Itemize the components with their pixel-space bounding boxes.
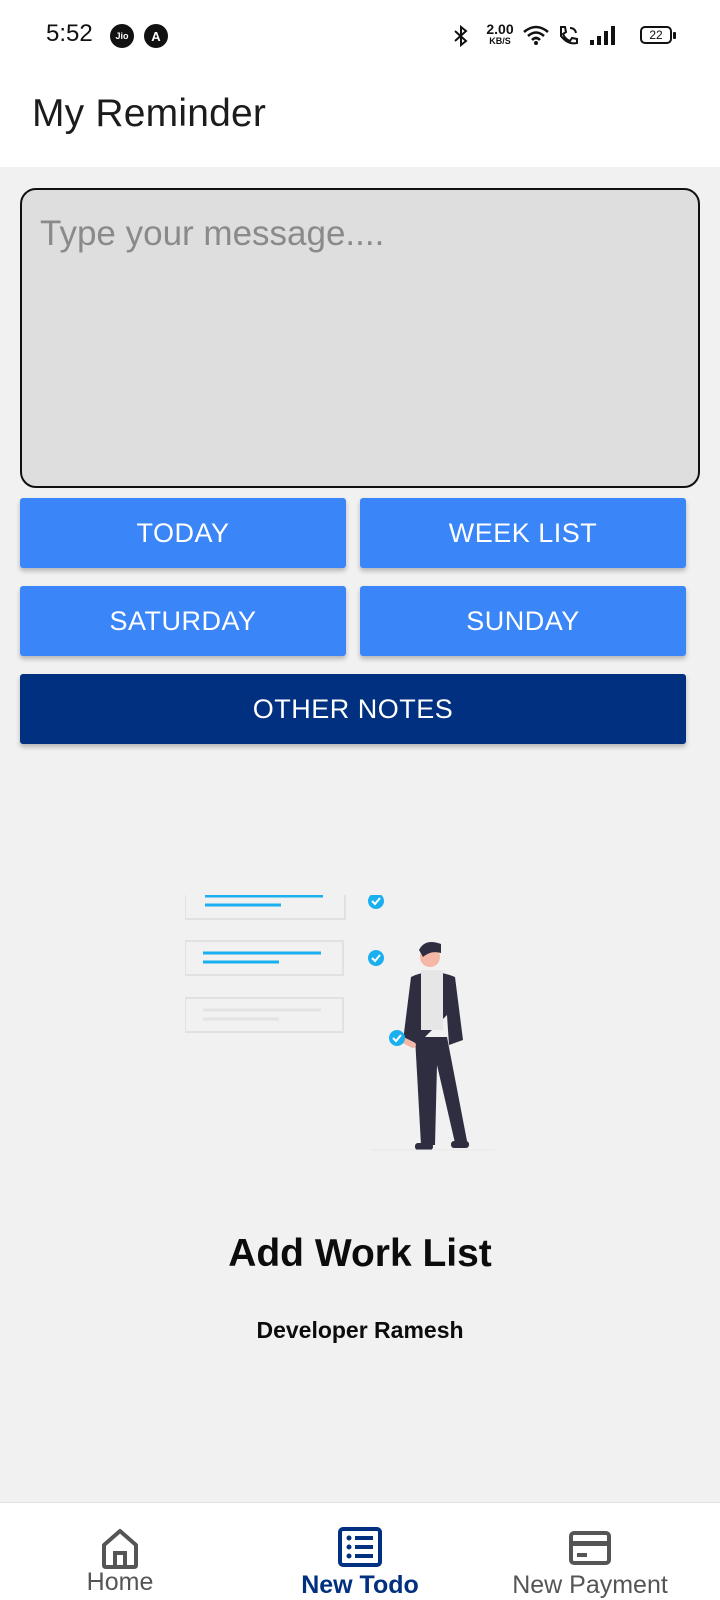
nav-item-home[interactable]: Home bbox=[0, 1503, 240, 1600]
status-time: 5:52 bbox=[46, 20, 93, 47]
network-speed: 2.00 KB/S bbox=[486, 21, 514, 46]
wifi-calling-icon bbox=[560, 26, 578, 45]
checklist-card-1 bbox=[185, 895, 384, 920]
bottom-navigation: Home New Todo New Payment bbox=[0, 1502, 720, 1600]
app-notification-icon: A bbox=[144, 24, 168, 48]
card-icon bbox=[569, 1531, 611, 1565]
nav-item-new-todo[interactable]: New Todo bbox=[240, 1503, 480, 1600]
person-figure bbox=[370, 942, 495, 1151]
nav-label-new-todo: New Todo bbox=[301, 1571, 419, 1599]
page-title: My Reminder bbox=[32, 92, 267, 135]
nav-item-new-payment[interactable]: New Payment bbox=[470, 1503, 710, 1600]
empty-state-title: Add Work List bbox=[228, 1232, 492, 1275]
today-button[interactable]: TODAY bbox=[20, 498, 346, 568]
todo-checklist-illustration bbox=[185, 895, 495, 1151]
signal-icon bbox=[590, 26, 615, 45]
wifi-icon bbox=[523, 25, 549, 45]
other-notes-button[interactable]: OTHER NOTES bbox=[20, 674, 686, 744]
app-bar: My Reminder bbox=[0, 72, 720, 167]
sunday-button[interactable]: SUNDAY bbox=[360, 586, 686, 656]
list-icon bbox=[338, 1527, 382, 1567]
checklist-card-3 bbox=[185, 997, 344, 1033]
nav-label-new-payment: New Payment bbox=[512, 1571, 668, 1599]
nav-label-home: Home bbox=[86, 1568, 154, 1596]
week-list-button[interactable]: WEEK LIST bbox=[360, 498, 686, 568]
status-bar: 5:52 Jio A 2.00 KB/S 22 bbox=[0, 0, 720, 72]
saturday-button[interactable]: SATURDAY bbox=[20, 586, 346, 656]
checklist-card-2 bbox=[185, 940, 384, 976]
bluetooth-icon bbox=[454, 24, 468, 48]
jio-app-icon: Jio bbox=[110, 24, 134, 48]
battery-indicator: 22 bbox=[640, 26, 676, 44]
empty-state-subtitle: Developer Ramesh bbox=[256, 1317, 464, 1343]
message-input[interactable] bbox=[20, 188, 700, 488]
home-icon bbox=[102, 1529, 138, 1569]
